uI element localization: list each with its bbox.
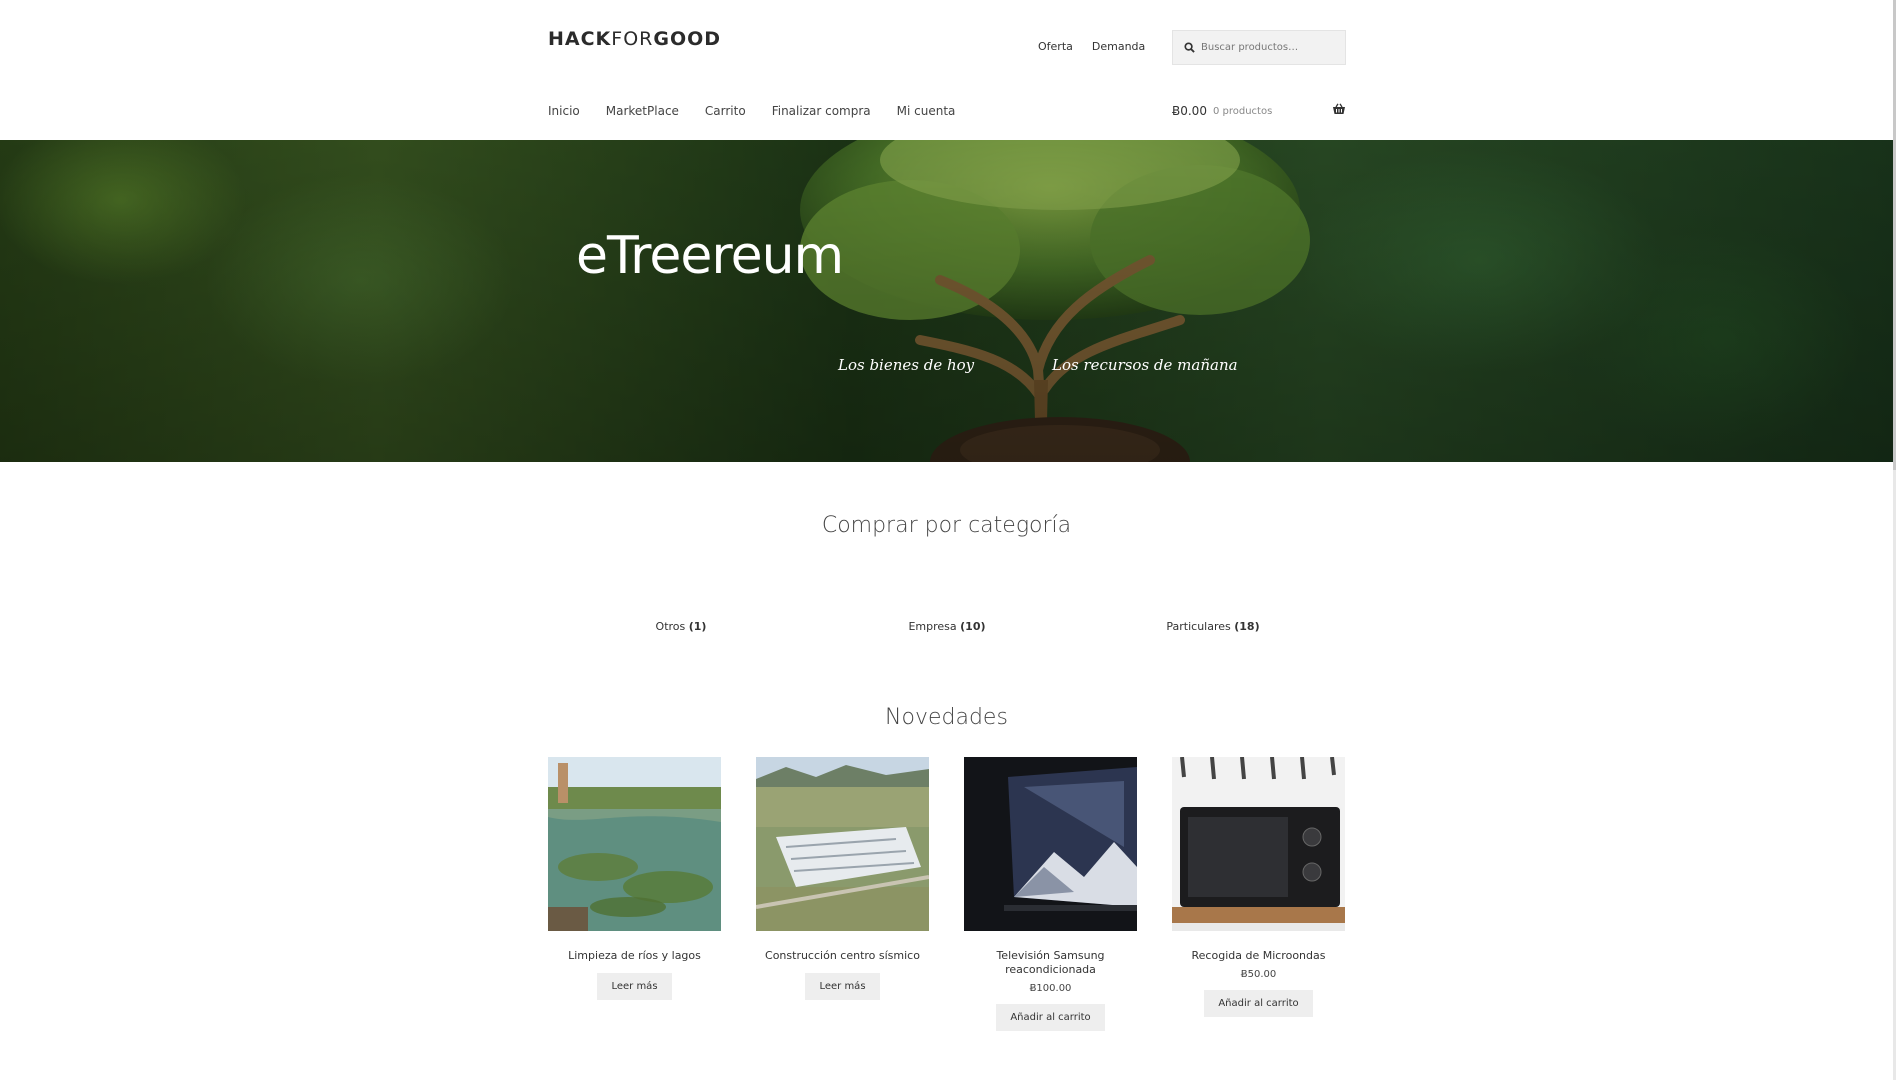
product-name[interactable]: Limpieza de ríos y lagos: [548, 949, 721, 963]
hero-title: eTreereum: [576, 226, 844, 286]
category-name: Particulares: [1166, 620, 1231, 633]
category-particulares[interactable]: Particulares (18): [1080, 620, 1346, 633]
read-more-button[interactable]: Leer más: [597, 973, 672, 1000]
logo-hack: HACK: [548, 28, 612, 50]
read-more-button[interactable]: Leer más: [805, 973, 880, 1000]
site-logo[interactable]: HACKFORGOOD: [548, 28, 721, 50]
product-price: Ƀ100.00: [1029, 983, 1072, 994]
product-card: Recogida de Microondas Ƀ50.00 Añadir al …: [1172, 757, 1345, 1031]
category-count: (10): [960, 620, 986, 633]
header-cart[interactable]: Ƀ0.00 0 productos: [1172, 103, 1346, 118]
logo-for: FOR: [611, 28, 654, 50]
product-grid: Limpieza de ríos y lagos Leer más Constr…: [548, 757, 1345, 1031]
secondary-nav: Oferta Demanda: [1038, 40, 1145, 53]
product-image-microwave[interactable]: [1172, 757, 1345, 931]
product-card: Televisión Samsung reacondicionada Ƀ100.…: [964, 757, 1137, 1031]
product-card: Limpieza de ríos y lagos Leer más: [548, 757, 721, 1031]
nav-oferta[interactable]: Oferta: [1038, 40, 1073, 53]
cart-total: Ƀ0.00: [1172, 104, 1207, 118]
category-name: Empresa: [908, 620, 957, 633]
product-price: Ƀ50.00: [1240, 969, 1277, 980]
hero-tagline-right: Los recursos de mañana: [1052, 356, 1238, 374]
product-name[interactable]: Televisión Samsung reacondicionada: [964, 949, 1137, 977]
new-products-heading: Novedades: [885, 705, 1008, 730]
add-to-cart-button[interactable]: Añadir al carrito: [996, 1004, 1105, 1031]
nav-demanda[interactable]: Demanda: [1092, 40, 1145, 53]
add-to-cart-button[interactable]: Añadir al carrito: [1204, 990, 1313, 1017]
hero-banner: eTreereum Los bienes de hoy Los recursos…: [0, 140, 1893, 462]
category-empresa[interactable]: Empresa (10): [814, 620, 1080, 633]
category-list: Otros (1) Empresa (10) Particulares (18): [548, 620, 1346, 633]
primary-nav: Inicio MarketPlace Carrito Finalizar com…: [548, 104, 981, 118]
product-search[interactable]: [1172, 30, 1346, 65]
category-count: (1): [688, 620, 707, 633]
product-name[interactable]: Construcción centro sísmico: [756, 949, 929, 963]
category-otros[interactable]: Otros (1): [548, 620, 814, 633]
nav-carrito[interactable]: Carrito: [705, 104, 746, 118]
nav-marketplace[interactable]: MarketPlace: [606, 104, 679, 118]
logo-good: GOOD: [653, 28, 722, 50]
search-input[interactable]: [1201, 42, 1341, 53]
product-image-tv[interactable]: [964, 757, 1137, 931]
hero-overlay: [0, 140, 1893, 462]
nav-inicio[interactable]: Inicio: [548, 104, 580, 118]
categories-heading: Comprar por categoría: [821, 513, 1072, 538]
category-name: Otros: [655, 620, 686, 633]
nav-finalizar-compra[interactable]: Finalizar compra: [772, 104, 871, 118]
search-icon: [1184, 42, 1195, 53]
product-image-building[interactable]: [756, 757, 929, 931]
category-count: (18): [1234, 620, 1260, 633]
cart-count: 0 productos: [1212, 105, 1273, 117]
product-name[interactable]: Recogida de Microondas: [1172, 949, 1345, 963]
product-card: Construcción centro sísmico Leer más: [756, 757, 929, 1031]
hero-tagline-left: Los bienes de hoy: [838, 356, 975, 374]
nav-mi-cuenta[interactable]: Mi cuenta: [897, 104, 956, 118]
basket-icon[interactable]: [1332, 103, 1346, 115]
product-image-river[interactable]: [548, 757, 721, 931]
site-header: HACKFORGOOD Oferta Demanda Inicio Market…: [0, 0, 1893, 140]
